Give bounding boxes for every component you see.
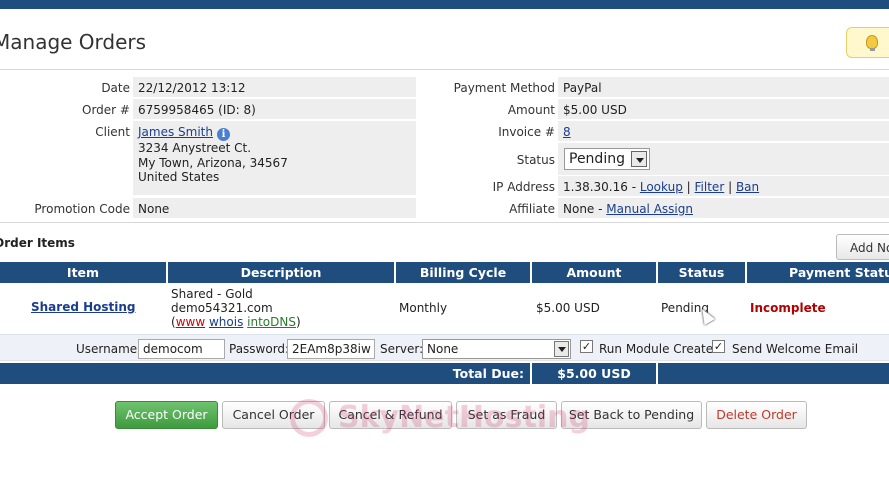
cancel-refund-button[interactable]: Cancel & Refund [329, 401, 452, 429]
order-number-value: 6759958465 (ID: 8) [133, 99, 416, 119]
manual-assign-link[interactable]: Manual Assign [606, 202, 693, 216]
payment-status-value: Incomplete [750, 301, 826, 315]
client-address-line3: United States [138, 170, 220, 184]
client-address-line2: My Town, Arizona, 34567 [138, 155, 288, 170]
cancel-order-button[interactable]: Cancel Order [222, 401, 325, 429]
page-title: Manage Orders [0, 30, 147, 54]
top-bar [0, 0, 889, 9]
password-input[interactable]: 2EAm8p38iw [287, 339, 375, 359]
intodns-link[interactable]: intoDNS [247, 315, 296, 329]
promo-code-label: Promotion Code [34, 202, 130, 216]
client-address-line1: 3234 Anystreet Ct. [138, 141, 252, 155]
invoice-link[interactable]: 8 [563, 125, 571, 139]
delete-order-button[interactable]: Delete Order [706, 401, 807, 429]
paren: ) [295, 315, 301, 329]
separator: | [686, 180, 691, 194]
affiliate-value: None - Manual Assign [558, 198, 889, 218]
col-header-status: Status [658, 262, 745, 283]
billing-cycle-value: Monthly [399, 301, 448, 315]
total-due-value: $5.00 USD [532, 363, 656, 384]
col-header-billing-cycle: Billing Cycle [396, 262, 530, 283]
add-note-button[interactable]: Add Note [836, 234, 889, 260]
server-select[interactable]: None [422, 339, 571, 359]
divider [0, 222, 889, 223]
status-select[interactable]: Pending [564, 148, 650, 170]
server-label: Server: [380, 342, 424, 356]
password-label: Password: [229, 342, 290, 356]
lightbulb-icon [866, 35, 878, 51]
client-label: Client [95, 125, 130, 139]
www-link[interactable]: www [176, 315, 205, 329]
status-label: Status [516, 153, 555, 167]
client-value: James Smith i 3234 Anystreet Ct. My Town,… [133, 121, 416, 195]
payment-method-value: PayPal [558, 77, 889, 97]
username-input[interactable]: democom [138, 339, 225, 359]
run-module-checkbox[interactable]: ✓ [580, 340, 593, 353]
send-welcome-label: Send Welcome Email [732, 342, 859, 356]
item-description: Shared - Gold demo54321.com (www whois i… [171, 287, 301, 329]
item-name-link[interactable]: Shared Hosting [31, 300, 136, 314]
chevron-down-icon [554, 341, 569, 357]
date-label: Date [101, 81, 130, 95]
help-button[interactable] [846, 27, 889, 58]
server-select-value: None [427, 342, 459, 356]
ip-address-text: 1.38.30.16 - [563, 180, 637, 194]
domain-name: demo54321.com [171, 301, 273, 315]
product-name: Shared - Gold [171, 287, 253, 301]
ip-ban-link[interactable]: Ban [736, 180, 759, 194]
invoice-label: Invoice # [498, 125, 555, 139]
info-icon[interactable]: i [216, 128, 230, 141]
total-row-filler [658, 363, 889, 384]
affiliate-label: Affiliate [509, 202, 555, 216]
col-header-amount: Amount [532, 262, 656, 283]
invoice-value: 8 [558, 121, 889, 141]
col-header-item: Item [0, 262, 166, 283]
order-number-label: Order # [82, 103, 130, 117]
order-items-title: Order Items [0, 236, 75, 250]
username-label: Username: [76, 342, 142, 356]
accept-order-button[interactable]: Accept Order [115, 401, 218, 429]
date-value: 22/12/2012 13:12 [133, 77, 416, 97]
affiliate-text: None - [563, 202, 603, 216]
item-amount-value: $5.00 USD [536, 301, 600, 315]
send-welcome-checkbox[interactable]: ✓ [712, 340, 725, 353]
col-header-payment-status: Payment Status [747, 262, 889, 283]
col-header-description: Description [168, 262, 394, 283]
client-name-link[interactable]: James Smith [138, 125, 213, 139]
divider [0, 69, 889, 70]
amount-label: Amount [507, 103, 555, 117]
separator: | [728, 180, 733, 194]
chevron-down-icon [631, 151, 647, 167]
ip-lookup-link[interactable]: Lookup [640, 180, 683, 194]
promo-code-value: None [133, 198, 416, 218]
whois-link[interactable]: whois [209, 315, 243, 329]
item-config-row: Username: democom Password: 2EAm8p38iw S… [0, 334, 889, 361]
payment-method-label: Payment Method [453, 81, 555, 95]
set-pending-button[interactable]: Set Back to Pending [561, 401, 702, 429]
set-as-fraud-button[interactable]: Set as Fraud [456, 401, 557, 429]
amount-value: $5.00 USD [558, 99, 889, 119]
ip-address-value: 1.38.30.16 - Lookup | Filter | Ban [558, 176, 889, 196]
ip-filter-link[interactable]: Filter [695, 180, 725, 194]
run-module-label: Run Module Create [599, 342, 714, 356]
ip-address-label: IP Address [492, 180, 555, 194]
status-select-value: Pending [569, 151, 625, 167]
total-due-label: Total Due: [0, 363, 530, 384]
